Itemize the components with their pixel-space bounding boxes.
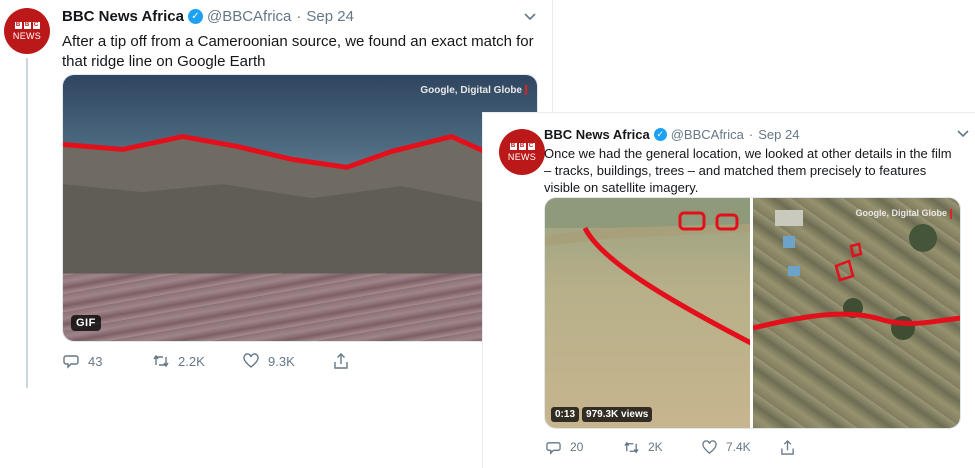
tweet-date[interactable]: Sep 24	[306, 8, 354, 25]
reply-button[interactable]: 43	[62, 352, 152, 370]
share-icon	[778, 438, 796, 456]
share-icon	[332, 352, 350, 370]
retweet-button[interactable]: 2.2K	[152, 352, 242, 370]
tweet-header: BBC News Africa ✓ @BBCAfrica · Sep 24	[62, 8, 354, 25]
tweet-1[interactable]: BBC NEWS BBC News Africa ✓ @BBCAfrica · …	[0, 0, 553, 390]
satellite-image: Google, Digital Globe	[753, 198, 960, 428]
tweet-text: Once we had the general location, we loo…	[544, 146, 952, 195]
video-overlay: 0:13 979.3K views	[551, 407, 653, 422]
share-button[interactable]	[332, 352, 422, 370]
tweet-header: BBC News Africa ✓ @BBCAfrica · Sep 24	[544, 127, 799, 142]
retweet-count: 2K	[648, 440, 663, 454]
reply-count: 20	[570, 440, 584, 454]
tweet-media-video[interactable]: 0:13 979.3K views Google, Digital Globe	[544, 197, 961, 429]
retweet-icon	[622, 438, 640, 456]
chevron-down-icon[interactable]	[957, 127, 969, 141]
bbc-logo: BBC	[14, 21, 40, 29]
tweet-media-gif[interactable]: Google, Digital Globe GIF	[62, 74, 538, 342]
like-count: 9.3K	[268, 353, 295, 369]
author-name[interactable]: BBC News Africa	[544, 127, 650, 142]
chevron-down-icon[interactable]	[524, 10, 536, 24]
reply-button[interactable]: 20	[544, 438, 622, 456]
image-credit: Google, Digital Globe	[855, 208, 952, 219]
avatar[interactable]: BBC NEWS	[499, 129, 545, 175]
bbc-logo: BBC	[509, 142, 535, 150]
video-duration: 0:13	[551, 407, 580, 422]
like-count: 7.4K	[726, 440, 751, 454]
thread-line	[26, 58, 28, 388]
avatar-label: NEWS	[12, 30, 42, 41]
avatar[interactable]: BBC NEWS	[4, 8, 50, 54]
video-views: 979.3K views	[582, 407, 653, 422]
retweet-button[interactable]: 2K	[622, 438, 700, 456]
author-handle[interactable]: @BBCAfrica	[207, 8, 291, 25]
share-button[interactable]	[778, 438, 856, 456]
reply-icon	[544, 438, 562, 456]
tweet-actions: 20 2K 7.4K	[544, 438, 856, 456]
separator-dot: ·	[748, 127, 754, 142]
verified-icon: ✓	[653, 128, 667, 141]
tweet-2[interactable]: BBC NEWS BBC News Africa ✓ @BBCAfrica · …	[482, 112, 975, 468]
gif-badge: GIF	[71, 315, 101, 331]
reply-count: 43	[88, 353, 103, 369]
like-icon	[242, 352, 260, 370]
retweet-icon	[152, 352, 170, 370]
retweet-count: 2.2K	[178, 353, 205, 369]
reply-icon	[62, 352, 80, 370]
like-icon	[700, 438, 718, 456]
separator-dot: ·	[296, 8, 302, 25]
image-credit: Google, Digital Globe	[420, 85, 527, 96]
like-button[interactable]: 9.3K	[242, 352, 332, 370]
ridge-image	[63, 75, 537, 341]
author-name[interactable]: BBC News Africa	[62, 8, 184, 25]
verified-icon: ✓	[187, 9, 203, 24]
like-button[interactable]: 7.4K	[700, 438, 778, 456]
author-handle[interactable]: @BBCAfrica	[671, 127, 744, 142]
avatar-label: NEWS	[507, 151, 537, 162]
tweet-actions: 43 2.2K 9.3K	[62, 352, 422, 370]
tweet-text: After a tip off from a Cameroonian sourc…	[62, 33, 534, 70]
tweet-date[interactable]: Sep 24	[758, 127, 799, 142]
film-still: 0:13 979.3K views	[545, 198, 750, 428]
